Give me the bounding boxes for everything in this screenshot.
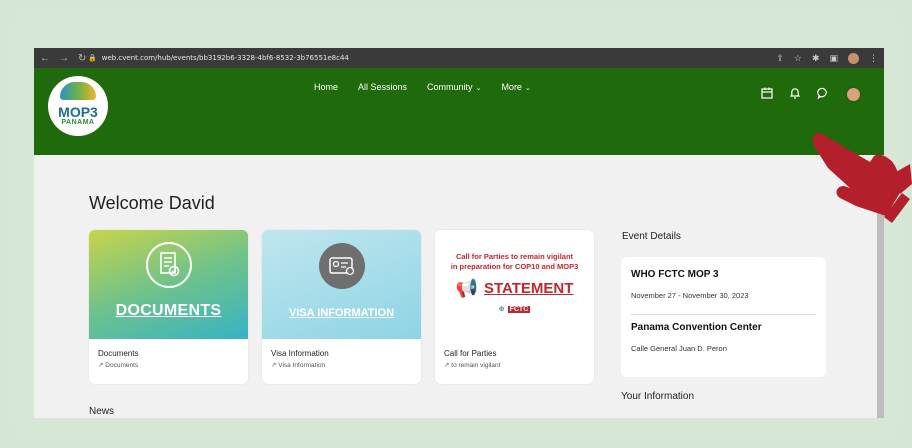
divider bbox=[631, 314, 816, 315]
menu-community-label: Community bbox=[427, 82, 473, 92]
card-link-text: to remain vigilant bbox=[451, 362, 501, 369]
fctc-logo: ⊕ FCTC bbox=[499, 305, 531, 313]
card-link[interactable]: ↗ to remain vigilant bbox=[444, 361, 500, 369]
card-image-line2: in preparation for COP10 and MOP3 bbox=[450, 262, 579, 271]
reload-icon[interactable]: ↻ bbox=[78, 53, 86, 64]
external-link-icon: ↗ bbox=[98, 362, 104, 369]
main-menu: Home All Sessions Community ⌄ More ⌄ bbox=[314, 82, 531, 92]
menu-more-label: More bbox=[501, 82, 522, 92]
external-link-icon: ↗ bbox=[271, 362, 277, 369]
who-emblem-icon: ⊕ bbox=[498, 306, 505, 313]
menu-more[interactable]: More ⌄ bbox=[501, 82, 530, 92]
external-link-icon: ↗ bbox=[444, 362, 450, 369]
sidepanel-icon[interactable]: ▣ bbox=[829, 53, 838, 64]
card-call-for-parties[interactable]: Call for Parties to remain vigilant in p… bbox=[435, 230, 594, 384]
event-dates: November 27 - November 30, 2023 bbox=[631, 291, 749, 300]
page-title: Welcome David bbox=[89, 193, 215, 213]
card-documents[interactable]: DOCUMENTS Documents ↗ Documents bbox=[89, 230, 248, 384]
card-image-headline: Call for Parties to remain vigilant in p… bbox=[451, 252, 579, 272]
extension-icon[interactable]: ✱ bbox=[812, 53, 820, 64]
bell-icon[interactable] bbox=[789, 87, 801, 102]
card-link-text: Documents bbox=[105, 362, 139, 369]
card-name: Call for Parties bbox=[444, 349, 497, 358]
chat-icon[interactable] bbox=[817, 87, 829, 102]
event-details-heading: Event Details bbox=[622, 231, 681, 242]
card-image: DOCUMENTS bbox=[89, 230, 248, 339]
card-image-title: DOCUMENTS bbox=[115, 301, 222, 319]
menu-community[interactable]: Community ⌄ bbox=[427, 82, 481, 92]
chevron-down-icon: ⌄ bbox=[524, 85, 531, 92]
chevron-down-icon: ⌄ bbox=[475, 85, 482, 92]
pointing-hand-icon bbox=[812, 132, 912, 223]
forward-icon[interactable]: → bbox=[59, 53, 69, 64]
fctc-text: FCTC bbox=[507, 305, 531, 313]
event-details-card: WHO FCTC MOP 3 November 27 - November 30… bbox=[621, 257, 826, 377]
card-image: Call for Parties to remain vigilant in p… bbox=[435, 230, 594, 339]
card-name: Visa Information bbox=[271, 349, 329, 358]
card-name: Documents bbox=[98, 349, 139, 358]
lock-icon: 🔒 bbox=[88, 54, 97, 62]
menu-all-sessions[interactable]: All Sessions bbox=[358, 82, 407, 92]
browser-window: ← → ↻ 🔒 web.cvent.com/hub/events/bb3192b… bbox=[34, 48, 884, 418]
header-actions bbox=[761, 86, 862, 103]
star-icon[interactable]: ☆ bbox=[794, 53, 802, 64]
event-address: Calle General Juan D. Peron bbox=[631, 344, 727, 353]
card-image-line1: Call for Parties to remain vigilant bbox=[455, 252, 574, 261]
card-image: VISA INFORMATION bbox=[262, 230, 421, 339]
event-name: WHO FCTC MOP 3 bbox=[631, 269, 719, 280]
browser-nav: ← → ↻ bbox=[40, 53, 88, 64]
news-heading: News bbox=[89, 406, 115, 417]
document-icon bbox=[145, 241, 192, 288]
card-visa-information[interactable]: VISA INFORMATION Visa Information ↗ Visa… bbox=[262, 230, 421, 384]
logo-art-icon bbox=[60, 82, 96, 100]
card-link-text: Visa Information bbox=[278, 362, 326, 369]
megaphone-icon: 📢 bbox=[455, 278, 478, 298]
back-icon[interactable]: ← bbox=[40, 53, 50, 64]
id-card-icon bbox=[318, 242, 365, 289]
card-image-title: STATEMENT bbox=[483, 280, 574, 297]
calendar-icon[interactable] bbox=[761, 87, 773, 102]
card-image-middle: 📢 STATEMENT bbox=[456, 278, 574, 299]
menu-home[interactable]: Home bbox=[314, 82, 338, 92]
profile-avatar[interactable] bbox=[848, 52, 859, 64]
address-bar[interactable]: 🔒 web.cvent.com/hub/events/bb3192b6-3328… bbox=[88, 54, 349, 62]
browser-actions: ⇪ ☆ ✱ ▣ ⋮ bbox=[776, 52, 878, 64]
share-icon[interactable]: ⇪ bbox=[776, 53, 784, 64]
browser-toolbar: ← → ↻ 🔒 web.cvent.com/hub/events/bb3192b… bbox=[34, 48, 884, 68]
page-content: Welcome David DOCUMENTS Documents ↗ Docu… bbox=[34, 155, 884, 418]
your-information-heading: Your Information bbox=[621, 391, 695, 402]
site-header: MOP3 PANAMA Home All Sessions Community ⌄… bbox=[34, 68, 884, 155]
card-link[interactable]: ↗ Documents bbox=[98, 361, 138, 369]
url-text: web.cvent.com/hub/events/bb3192b6-3328-4… bbox=[101, 54, 349, 62]
logo-line1: MOP3 bbox=[58, 104, 98, 120]
logo-line2: PANAMA bbox=[61, 119, 95, 126]
avatar[interactable] bbox=[845, 86, 862, 103]
site-logo[interactable]: MOP3 PANAMA bbox=[48, 76, 108, 136]
menu-icon[interactable]: ⋮ bbox=[869, 53, 878, 64]
event-venue: Panama Convention Center bbox=[631, 322, 762, 333]
card-link[interactable]: ↗ Visa Information bbox=[271, 361, 325, 369]
card-image-title: VISA INFORMATION bbox=[288, 306, 395, 319]
